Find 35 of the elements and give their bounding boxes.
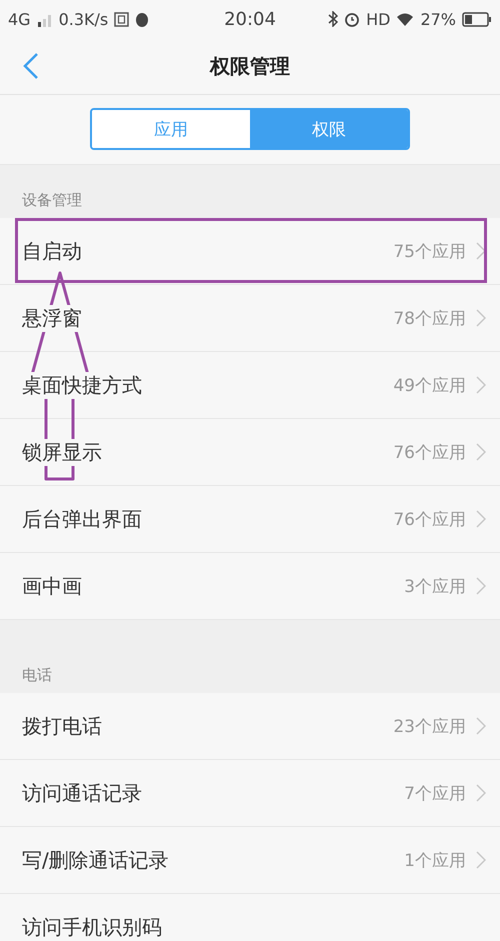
bluetooth-icon [328,11,338,27]
section-header: 电话 [22,666,52,684]
chevron-icon [476,376,486,394]
hd-label: HD [366,10,390,28]
app-count: 76个应用 [393,508,466,530]
app-count: 7个应用 [404,782,466,804]
page-title: 权限管理 [210,52,290,80]
app-count: 78个应用 [393,308,466,330]
app-count: 49个应用 [393,374,466,396]
app-count: 76个应用 [393,442,466,464]
back-icon[interactable] [22,52,40,80]
chevron-icon [476,309,486,327]
chevron-icon [476,784,486,802]
chevron-icon [476,851,486,869]
network-speed: 0.3K/s [58,10,108,28]
chevron-icon [476,717,486,735]
battery-percent: 27% [420,10,456,28]
chevron-icon [476,510,486,528]
chevron-icon [476,443,486,461]
clock: 20:04 [224,8,276,30]
permission-label: 桌面快捷方式 [22,372,142,398]
alarm-icon [344,11,360,27]
battery-icon [462,12,492,26]
network-type: 4G [8,10,31,28]
permission-label: 锁屏显示 [22,438,102,466]
chevron-icon [476,242,486,260]
section-header: 设备管理 [22,191,82,209]
app-count: 3个应用 [404,576,466,598]
chevron-icon [476,577,486,595]
app-count: 75个应用 [393,240,466,262]
wifi-icon [396,12,414,26]
permission-row[interactable]: 自启动 75个应用 [0,218,500,285]
app-count: 23个应用 [393,716,466,738]
app-count: 1个应用 [404,850,466,872]
permission-label: 悬浮窗 [22,304,82,332]
